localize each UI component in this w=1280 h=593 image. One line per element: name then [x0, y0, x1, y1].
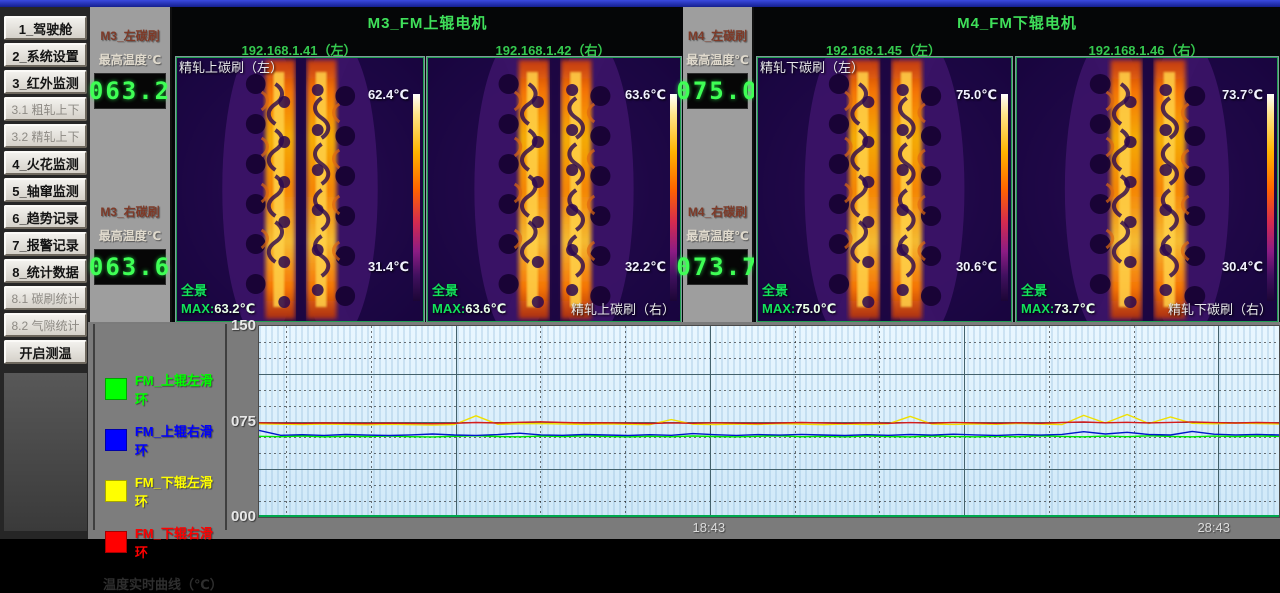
thermal-camera-view[interactable]: 精轧上碳刷（左） 62.4℃ 31.4℃ 全景 MAX:63.2℃: [176, 57, 424, 322]
temperature-colorbar: [1267, 94, 1274, 301]
bottom-left-filler: [0, 322, 88, 539]
color-square-icon: [105, 480, 127, 502]
sidebar-item-1[interactable]: 1_驾驶舱: [4, 16, 87, 40]
max-temp-readout: MAX:63.6℃: [432, 302, 506, 317]
sidebar-item-2[interactable]: 2_系统设置: [4, 43, 87, 67]
device-label: M4_左碳刷: [683, 27, 752, 44]
led-temperature-display: 063.2: [94, 73, 166, 109]
legend-item: FM_下辊右滑环: [105, 523, 225, 561]
panorama-label: 全景: [1021, 284, 1047, 299]
panorama-label: 全景: [762, 284, 788, 299]
device-label: M3_左碳刷: [90, 27, 170, 44]
thermal-camera-view[interactable]: 精轧下碳刷（左） 75.0℃ 30.6℃ 全景 MAX:75.0℃: [757, 57, 1012, 322]
camera-name-overlay: 精轧下碳刷（右）: [1168, 303, 1272, 318]
sidebar-menu: 1_驾驶舱 2_系统设置 3_红外监测 3.1 粗轧上下 3.2 精轧上下 4_火花监测 5…: [0, 14, 90, 367]
sidebar-item-9[interactable]: 7_报警记录: [4, 232, 87, 256]
sidebar-item-11[interactable]: 8.1 碳刷统计: [4, 286, 87, 310]
thermal-camera-view[interactable]: 精轧上碳刷（右） 63.6℃ 32.2℃ 全景 MAX:63.6℃: [427, 57, 681, 322]
sidebar-item-8[interactable]: 6_趋势记录: [4, 205, 87, 229]
max-temp-caption: 最高温度℃: [90, 227, 170, 244]
scale-max-temp: 75.0℃: [956, 88, 997, 103]
max-temp-readout: MAX:73.7℃: [1021, 302, 1095, 317]
scale-max-temp: 73.7℃: [1222, 88, 1263, 103]
chart-title: 温度实时曲线（℃）: [103, 574, 225, 593]
trend-line-FM_上辊右滑环: [259, 430, 1279, 435]
x-axis-tick: 18:43: [687, 520, 731, 535]
camera-name-overlay: 精轧下碳刷（左）: [760, 61, 864, 76]
sidebar-item-3[interactable]: 3_红外监测: [4, 70, 87, 94]
y-axis-tick: 150: [224, 317, 256, 334]
sidebar-item-6[interactable]: 4_火花监测: [4, 151, 87, 175]
legend-label: FM_上辊左滑环: [135, 370, 225, 408]
panel-title: M3_FM上辊电机: [172, 12, 683, 33]
device-label: M4_右碳刷: [683, 203, 752, 220]
legend-item: FM_上辊右滑环: [105, 421, 225, 459]
max-temp-readout: MAX:75.0℃: [762, 302, 836, 317]
scale-min-temp: 31.4℃: [368, 260, 409, 275]
chart-legend: FM_上辊左滑环FM_上辊右滑环FM_下辊左滑环FM_下辊右滑环 温度实时曲线（…: [93, 324, 227, 530]
camera-panel-m3: M3_FM上辊电机 192.168.1.41（左） 192.168.1.42（右…: [172, 7, 683, 322]
scale-min-temp: 30.4℃: [1222, 260, 1263, 275]
color-square-icon: [105, 531, 127, 553]
x-axis-tick: 28:43: [1192, 520, 1236, 535]
sidebar-item-10[interactable]: 8_统计数据: [4, 259, 87, 283]
trend-line-FM_上辊左滑环: [259, 436, 1279, 437]
camera-name-overlay: 精轧上碳刷（右）: [571, 303, 675, 318]
sidebar-item-7[interactable]: 5_轴窜监测: [4, 178, 87, 202]
legend-item: FM_上辊左滑环: [105, 370, 225, 408]
temperature-colorbar: [1001, 94, 1008, 301]
scale-max-temp: 62.4℃: [368, 88, 409, 103]
y-axis-tick: 075: [224, 413, 256, 430]
trend-chart-plot: [258, 325, 1280, 518]
title-bar: [0, 0, 1280, 7]
scale-min-temp: 32.2℃: [625, 260, 666, 275]
scale-min-temp: 30.6℃: [956, 260, 997, 275]
color-square-icon: [105, 378, 127, 400]
y-axis-tick: 000: [224, 508, 256, 525]
led-temperature-display: 075.0: [687, 73, 748, 109]
max-temp-caption: 最高温度℃: [90, 51, 170, 68]
trend-chart-region: FM_上辊左滑环FM_上辊右滑环FM_下辊左滑环FM_下辊右滑环 温度实时曲线（…: [88, 322, 1280, 539]
max-temp-caption: 最高温度℃: [683, 227, 752, 244]
led-temperature-display: 063.6: [94, 249, 166, 285]
legend-label: FM_下辊左滑环: [135, 472, 225, 510]
legend-label: FM_下辊右滑环: [135, 523, 225, 561]
max-temp-caption: 最高温度℃: [683, 51, 752, 68]
legend-label: FM_上辊右滑环: [135, 421, 225, 459]
led-temperature-display: 073.7: [687, 249, 748, 285]
camera-name-overlay: 精轧上碳刷（左）: [179, 61, 283, 76]
scale-max-temp: 63.6℃: [625, 88, 666, 103]
panel-title: M4_FM下辊电机: [754, 12, 1280, 33]
device-label: M3_右碳刷: [90, 203, 170, 220]
panorama-label: 全景: [432, 284, 458, 299]
camera-panel-m4: M4_FM下辊电机 192.168.1.45（左） 192.168.1.46（右…: [754, 7, 1280, 322]
thermal-camera-view[interactable]: 精轧下碳刷（右） 73.7℃ 30.4℃ 全景 MAX:73.7℃: [1016, 57, 1278, 322]
temperature-colorbar: [413, 94, 420, 301]
temperature-display-column-m4: M4_左碳刷 最高温度℃ 075.0 M4_右碳刷 最高温度℃ 073.7: [683, 7, 754, 322]
sidebar-item-5[interactable]: 3.2 精轧上下: [4, 124, 87, 148]
sidebar-item-4[interactable]: 3.1 粗轧上下: [4, 97, 87, 121]
legend-item: FM_下辊左滑环: [105, 472, 225, 510]
color-square-icon: [105, 429, 127, 451]
panorama-label: 全景: [181, 284, 207, 299]
temperature-display-column-m3: M3_左碳刷 最高温度℃ 063.2 M3_右碳刷 最高温度℃ 063.6: [90, 7, 172, 322]
max-temp-readout: MAX:63.2℃: [181, 302, 255, 317]
